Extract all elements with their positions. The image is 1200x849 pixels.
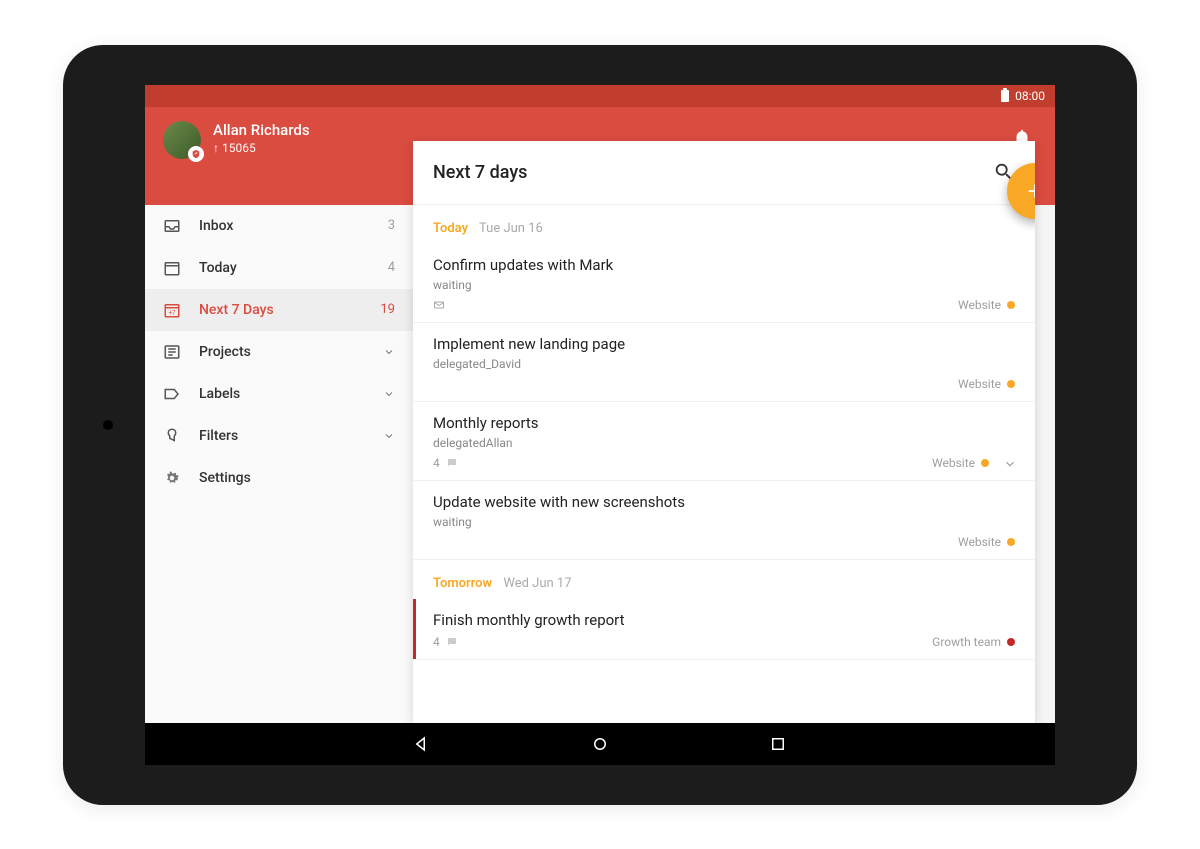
avatar-badge-icon <box>188 146 204 162</box>
task-subtitle: waiting <box>433 278 1015 292</box>
tablet-frame: 08:00 Allan Richards ↑ 15065 <box>63 45 1137 805</box>
task-title: Update website with new screenshots <box>433 493 1015 511</box>
sidebar: Inbox 3 Today 4 +7 Next 7 Days 19 <box>145 205 413 723</box>
projects-icon <box>163 343 181 361</box>
sidebar-item-label: Projects <box>199 344 365 360</box>
calendar-week-icon: +7 <box>163 301 181 319</box>
user-karma: ↑ 15065 <box>213 141 310 155</box>
task-item[interactable]: Monthly reports delegatedAllan 4 <box>413 402 1035 481</box>
task-project: Growth team <box>932 635 1001 649</box>
gear-icon <box>163 469 181 487</box>
page-title: Next 7 days <box>433 162 993 183</box>
svg-text:+7: +7 <box>169 309 176 316</box>
task-list-card: Next 7 days Today Tue Jun 16 <box>413 141 1035 723</box>
comment-icon <box>446 457 458 469</box>
tag-icon <box>163 385 181 403</box>
sidebar-item-label: Inbox <box>199 218 370 234</box>
sidebar-item-count: 4 <box>388 260 395 275</box>
tablet-camera <box>103 420 113 430</box>
task-item[interactable]: Update website with new screenshots wait… <box>413 481 1035 560</box>
project-color-dot <box>1007 301 1015 309</box>
project-color-dot <box>1007 638 1015 646</box>
chevron-down-icon <box>383 346 395 358</box>
content-area: Inbox 3 Today 4 +7 Next 7 Days 19 <box>145 205 1055 723</box>
back-button[interactable] <box>413 735 431 753</box>
sidebar-item-count: 19 <box>380 302 395 317</box>
avatar[interactable] <box>163 121 201 159</box>
home-button[interactable] <box>591 735 609 753</box>
task-project: Website <box>932 456 975 470</box>
android-nav-bar <box>145 723 1055 765</box>
sidebar-item-label: Next 7 Days <box>199 302 362 318</box>
chevron-down-icon <box>383 388 395 400</box>
sidebar-item-next7days[interactable]: +7 Next 7 Days 19 <box>145 289 413 331</box>
card-header: Next 7 days <box>413 141 1035 205</box>
sidebar-item-count: 3 <box>388 218 395 233</box>
task-title: Confirm updates with Mark <box>433 256 1015 274</box>
sidebar-item-labels[interactable]: Labels <box>145 373 413 415</box>
sidebar-item-label: Filters <box>199 428 365 444</box>
main-panel: Next 7 days Today Tue Jun 16 <box>413 205 1055 723</box>
sidebar-item-settings[interactable]: Settings <box>145 457 413 499</box>
sidebar-item-inbox[interactable]: Inbox 3 <box>145 205 413 247</box>
sidebar-item-label: Labels <box>199 386 365 402</box>
inbox-icon <box>163 217 181 235</box>
sidebar-item-label: Today <box>199 260 370 276</box>
sidebar-item-label: Settings <box>199 470 395 486</box>
task-item[interactable]: Confirm updates with Mark waiting Websit… <box>413 244 1035 323</box>
task-title: Monthly reports <box>433 414 1015 432</box>
sidebar-item-projects[interactable]: Projects <box>145 331 413 373</box>
task-item[interactable]: Finish monthly growth report 4 Growth t <box>413 599 1035 660</box>
user-info: Allan Richards ↑ 15065 <box>213 121 310 155</box>
calendar-icon <box>163 259 181 277</box>
task-comment-count: 4 <box>433 635 440 649</box>
task-item[interactable]: Implement new landing page delegated_Dav… <box>413 323 1035 402</box>
section-header-today: Today Tue Jun 16 <box>413 205 1035 244</box>
filter-icon <box>163 427 181 445</box>
section-name: Today <box>433 221 468 236</box>
task-title: Implement new landing page <box>433 335 1015 353</box>
sidebar-item-filters[interactable]: Filters <box>145 415 413 457</box>
project-color-dot <box>1007 380 1015 388</box>
task-subtitle: delegated_David <box>433 357 1015 371</box>
task-project: Website <box>958 535 1001 549</box>
task-comment-count: 4 <box>433 456 440 470</box>
task-subtitle: waiting <box>433 515 1015 529</box>
section-date: Tue Jun 16 <box>479 221 543 236</box>
project-color-dot <box>1007 538 1015 546</box>
section-name: Tomorrow <box>433 576 492 591</box>
status-bar: 08:00 <box>145 85 1055 107</box>
status-time: 08:00 <box>1015 89 1045 103</box>
task-project: Website <box>958 377 1001 391</box>
battery-icon <box>1001 90 1009 102</box>
recents-button[interactable] <box>769 735 787 753</box>
task-subtitle: delegatedAllan <box>433 436 1015 450</box>
task-title: Finish monthly growth report <box>433 611 1015 629</box>
user-name: Allan Richards <box>213 121 310 139</box>
chevron-down-icon[interactable] <box>1003 457 1015 469</box>
section-header-tomorrow: Tomorrow Wed Jun 17 <box>413 560 1035 599</box>
screen: 08:00 Allan Richards ↑ 15065 <box>145 85 1055 765</box>
project-color-dot <box>981 459 989 467</box>
task-list-body[interactable]: Today Tue Jun 16 Confirm updates with Ma… <box>413 205 1035 723</box>
task-project: Website <box>958 298 1001 312</box>
sidebar-item-today[interactable]: Today 4 <box>145 247 413 289</box>
mail-icon <box>433 299 445 311</box>
chevron-down-icon <box>383 430 395 442</box>
comment-icon <box>446 636 458 648</box>
section-date: Wed Jun 17 <box>503 576 571 591</box>
